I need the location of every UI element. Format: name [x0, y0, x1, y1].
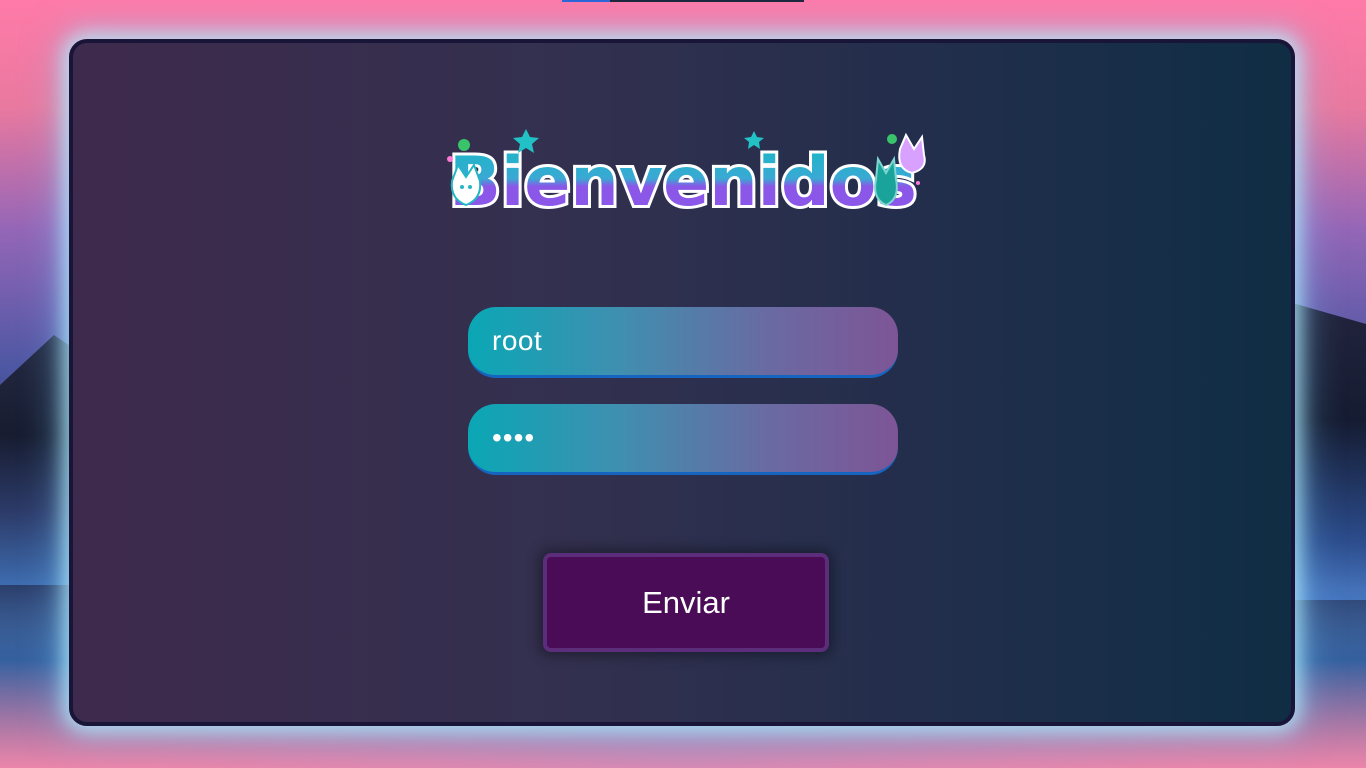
logo-text: Bienvenidos — [449, 143, 917, 222]
top-progress-accent — [562, 0, 610, 2]
top-progress-strip — [562, 0, 804, 2]
password-mask: •••• — [492, 422, 536, 453]
username-field[interactable]: root — [468, 307, 898, 378]
password-field[interactable]: •••• — [468, 404, 898, 475]
login-panel: Bienvenidos root •••• Enviar — [69, 39, 1295, 726]
submit-button[interactable]: Enviar — [543, 553, 829, 652]
bienvenidos-logo: Bienvenidos — [446, 129, 926, 225]
